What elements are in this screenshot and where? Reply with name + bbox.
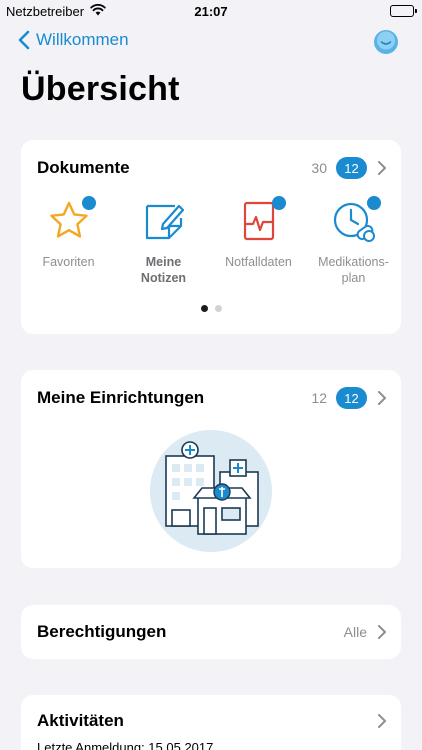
clock: 21:07 (194, 4, 228, 19)
star-icon (46, 196, 96, 244)
facilities-badge: 12 (336, 387, 367, 409)
facilities-illustration (150, 430, 272, 552)
emergency-icon (236, 196, 286, 244)
document-item-favorites[interactable]: Favoriten (21, 196, 116, 286)
document-item-medication-plan[interactable]: Medikations- plan (306, 196, 401, 286)
document-item-label: Meine Notizen (140, 255, 187, 285)
back-button[interactable]: Willkommen (18, 30, 129, 50)
permissions-value: Alle (343, 624, 367, 640)
document-item-emergency[interactable]: Notfalldaten (211, 196, 306, 286)
documents-count: 30 (311, 160, 327, 176)
back-button-label: Willkommen (36, 30, 129, 49)
document-item-notes[interactable]: Meine Notizen (116, 198, 211, 286)
activities-card[interactable]: Aktivitäten Letzte Anmeldung: 15.05.2017 (21, 695, 401, 750)
facilities-card: Meine Einrichtungen 12 12 (21, 370, 401, 568)
chat-assistant-icon[interactable] (372, 28, 400, 56)
new-indicator (271, 196, 286, 210)
facilities-header[interactable]: Meine Einrichtungen 12 12 (37, 370, 387, 426)
battery-icon (390, 5, 417, 17)
note-icon (141, 198, 187, 244)
page-dot-active (200, 305, 208, 312)
chevron-right-icon (378, 625, 386, 639)
documents-badge: 12 (336, 157, 367, 179)
status-bar: Netzbetreiber 21:07 (0, 0, 422, 22)
navigation-bar: Willkommen (0, 26, 422, 62)
documents-header[interactable]: Dokumente 30 12 (37, 140, 387, 196)
chevron-right-icon (378, 391, 386, 405)
medication-plan-icon (331, 196, 381, 244)
page-dot (214, 305, 222, 312)
document-item-label: Notfalldaten (225, 255, 292, 269)
page-indicator[interactable] (21, 305, 401, 312)
permissions-card[interactable]: Berechtigungen Alle (21, 605, 401, 659)
new-indicator (366, 196, 381, 210)
documents-list: Favoriten Meine Notizen Notfalldaten Med… (21, 196, 401, 286)
facilities-title: Meine Einrichtungen (37, 388, 205, 407)
permissions-title: Berechtigungen (37, 622, 167, 641)
new-indicator (81, 196, 96, 210)
permissions-header[interactable]: Berechtigungen Alle (37, 605, 387, 659)
facilities-count: 12 (311, 390, 327, 406)
chevron-left-icon (18, 30, 30, 50)
page-title: Übersicht (21, 70, 180, 108)
last-login-label: Letzte Anmeldung: 15.05.2017 (37, 740, 214, 750)
document-item-label: Favoriten (42, 255, 95, 269)
chevron-right-icon (378, 714, 386, 728)
document-item-label: Medikations- plan (318, 255, 389, 285)
activities-title: Aktivitäten (37, 711, 124, 730)
documents-title: Dokumente (37, 158, 130, 177)
documents-card: Dokumente 30 12 Favoriten Meine Notizen … (21, 140, 401, 334)
chevron-right-icon (378, 161, 386, 175)
